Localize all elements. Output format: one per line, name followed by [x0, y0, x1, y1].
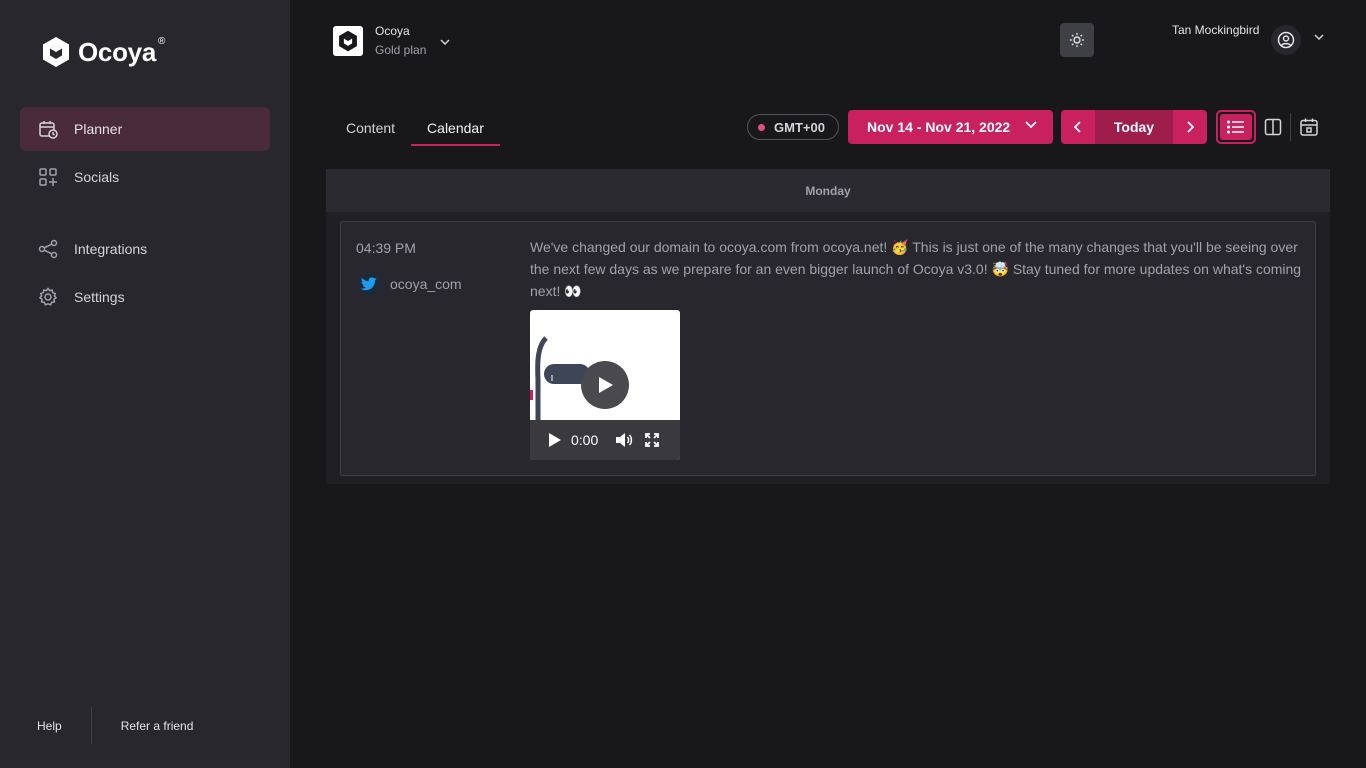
calendar-list-panel: Monday 04:39 PM ocoya_com We've changed …: [326, 169, 1330, 484]
sidebar-item-integrations[interactable]: Integrations: [20, 227, 270, 271]
columns-icon: [1264, 118, 1282, 136]
sidebar-item-label: Socials: [74, 169, 120, 185]
previous-week-button[interactable]: [1061, 110, 1095, 144]
timezone-dot: [758, 123, 765, 131]
user-menu-chevron-icon[interactable]: [1313, 33, 1325, 41]
play-icon[interactable]: [548, 432, 562, 448]
theme-toggle-button[interactable]: [1060, 23, 1094, 57]
ocoya-logo[interactable]: Ocoya ®: [42, 36, 165, 68]
post-video[interactable]: 0:00: [530, 310, 680, 460]
day-header: Monday: [326, 169, 1330, 212]
sidebar-footer: Help Refer a friend: [0, 707, 290, 744]
video-time: 0:00: [571, 432, 599, 448]
post-account: ocoya_com: [356, 271, 462, 297]
grid-plus-icon: [38, 167, 58, 187]
logo-registered-mark: ®: [158, 36, 166, 47]
sidebar-item-label: Integrations: [74, 241, 148, 257]
scheduled-post-card[interactable]: 04:39 PM ocoya_com We've changed our dom…: [340, 221, 1316, 476]
fullscreen-icon[interactable]: [645, 433, 660, 447]
ocoya-logo-icon: [43, 37, 69, 67]
workspace-name: Ocoya: [375, 24, 410, 38]
post-time: 04:39 PM: [356, 240, 416, 256]
footer-divider: [90, 707, 92, 744]
date-navigation: Today: [1061, 110, 1207, 144]
sun-icon: [1070, 33, 1084, 47]
play-icon: [599, 377, 613, 393]
list-view-button[interactable]: [1216, 110, 1256, 144]
volume-icon[interactable]: [615, 432, 633, 448]
post-text: We've changed our domain to ocoya.com fr…: [530, 239, 1302, 299]
play-overlay-button[interactable]: [581, 361, 629, 409]
sidebar: Ocoya ® Planner Socials Integrations Set…: [0, 0, 290, 768]
split-view-button[interactable]: [1262, 115, 1284, 139]
user-name: Tan Mockingbird: [1172, 23, 1260, 37]
chevron-down-icon: [440, 38, 450, 45]
logo-text: Ocoya: [78, 36, 156, 67]
chevron-down-icon: [1025, 121, 1037, 129]
sidebar-item-planner[interactable]: Planner: [20, 107, 270, 151]
timezone-selector[interactable]: GMT+00: [747, 114, 839, 140]
user-avatar[interactable]: [1271, 25, 1301, 55]
share-nodes-icon: [38, 239, 58, 259]
date-range-button[interactable]: Nov 14 - Nov 21, 2022: [848, 110, 1053, 144]
next-week-button[interactable]: [1173, 110, 1207, 144]
help-link[interactable]: Help: [37, 719, 62, 733]
account-handle: ocoya_com: [390, 276, 462, 292]
twitter-icon: [356, 271, 382, 297]
timezone-label: GMT+00: [774, 119, 825, 135]
today-button[interactable]: Today: [1095, 110, 1173, 144]
calendar-view-button[interactable]: [1297, 115, 1321, 139]
sidebar-item-socials[interactable]: Socials: [20, 155, 270, 199]
calendar-clock-icon: [38, 119, 58, 139]
calendar-icon: [1300, 118, 1318, 136]
chevron-right-icon: [1187, 121, 1194, 133]
user-circle-icon: [1277, 31, 1295, 49]
workspace-logo-icon: [333, 25, 363, 56]
gear-icon: [38, 287, 58, 307]
sidebar-item-label: Settings: [74, 289, 125, 305]
tab-calendar[interactable]: Calendar: [411, 110, 500, 146]
refer-friend-link[interactable]: Refer a friend: [121, 719, 194, 733]
workspace-switcher[interactable]: Ocoya Gold plan: [333, 24, 450, 57]
view-divider: [1290, 113, 1291, 141]
sidebar-item-settings[interactable]: Settings: [20, 275, 270, 319]
list-icon: [1227, 120, 1244, 134]
tab-content[interactable]: Content: [330, 110, 411, 146]
sidebar-item-label: Planner: [74, 121, 123, 137]
workspace-plan: Gold plan: [375, 43, 427, 57]
chevron-left-icon: [1074, 121, 1081, 133]
video-controls: 0:00: [530, 420, 680, 460]
date-range-label: Nov 14 - Nov 21, 2022: [867, 119, 1011, 135]
view-tabs: Content Calendar: [330, 110, 500, 146]
